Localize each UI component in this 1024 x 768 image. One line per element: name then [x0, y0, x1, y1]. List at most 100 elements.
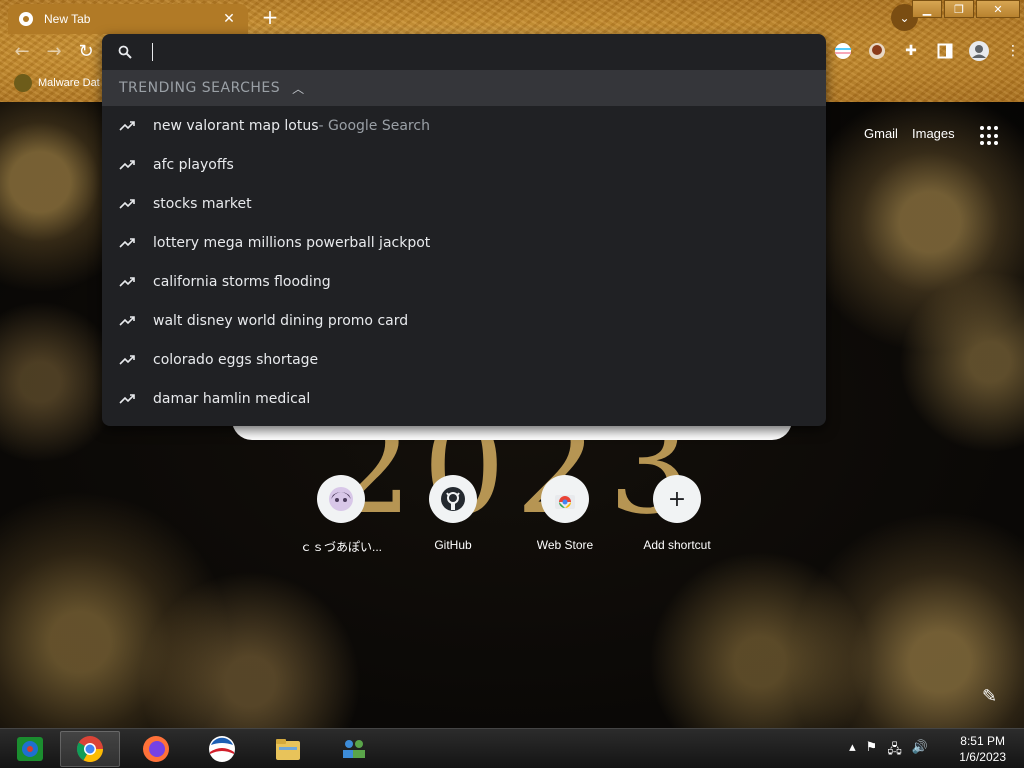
clock-time: 8:51 PM — [960, 734, 1005, 748]
profile-extension-icon — [869, 43, 885, 59]
trending-up-icon — [119, 120, 135, 131]
chevron-down-icon: ⌄ — [899, 10, 910, 25]
gmail-link[interactable]: Gmail — [864, 126, 898, 141]
trending-up-icon — [119, 354, 135, 365]
trending-header[interactable]: TRENDING SEARCHES ︿ — [102, 70, 826, 106]
window-controls: ▁ ❐ ✕ — [912, 0, 1020, 18]
suggestion-suffix: - Google Search — [318, 117, 430, 134]
file-explorer-icon — [276, 739, 300, 760]
trending-up-icon — [119, 315, 135, 326]
suggestion-list: new valorant map lotus - Google Search af… — [102, 106, 826, 418]
suggestion-text: damar hamlin medical — [153, 390, 311, 407]
action-center-flag-icon[interactable]: ⚑ — [866, 740, 878, 762]
tab-title: New Tab — [44, 12, 91, 26]
google-apps-icon[interactable] — [980, 126, 1000, 146]
search-icon — [118, 45, 132, 59]
extension-avatar-button[interactable] — [866, 40, 888, 62]
shortcut-label: GitHub — [434, 538, 472, 552]
chrome-favicon-icon — [19, 12, 33, 26]
system-tray: ▴ ⚑ 🖧 🔊 — [849, 740, 928, 762]
taskbar-remote-desktop[interactable] — [0, 731, 60, 767]
trending-up-icon — [119, 237, 135, 248]
trending-header-label: TRENDING SEARCHES — [119, 80, 281, 96]
shortcut-web-store[interactable]: Web Store — [514, 475, 616, 555]
trending-up-icon — [119, 159, 135, 170]
trending-suggestion[interactable]: lottery mega millions powerball jackpot — [102, 223, 826, 262]
tab-close-icon[interactable]: ✕ — [220, 11, 238, 27]
network-users-icon — [343, 740, 365, 758]
trending-suggestion[interactable]: afc playoffs — [102, 145, 826, 184]
trending-suggestion[interactable]: damar hamlin medical — [102, 379, 826, 418]
taskbar: ▴ ⚑ 🖧 🔊 8:51 PM 1/6/2023 — [0, 728, 1024, 768]
bookmark-item[interactable]: Malware Dat — [14, 74, 100, 92]
taskbar-obama[interactable] — [192, 731, 252, 767]
trending-up-icon — [119, 393, 135, 404]
extensions-button[interactable]: ✚ — [900, 40, 922, 62]
web-store-icon — [541, 475, 589, 523]
bookmark-favicon-icon — [14, 74, 32, 92]
taskbar-network-users[interactable] — [324, 731, 384, 767]
add-shortcut-button[interactable]: + Add shortcut — [626, 475, 728, 555]
back-button[interactable]: ← — [10, 40, 34, 64]
shortcut-github[interactable]: GitHub — [402, 475, 504, 555]
volume-icon[interactable]: 🔊 — [912, 740, 928, 762]
trending-suggestion[interactable]: walt disney world dining promo card — [102, 301, 826, 340]
trending-suggestion[interactable]: california storms flooding — [102, 262, 826, 301]
bookmark-label: Malware Dat — [38, 77, 100, 89]
new-tab-button[interactable]: + — [260, 6, 280, 28]
profile-button[interactable] — [968, 40, 990, 62]
plus-icon: + — [653, 475, 701, 523]
text-caret — [152, 43, 153, 61]
taskbar-file-explorer[interactable] — [258, 731, 318, 767]
trending-up-icon — [119, 276, 135, 287]
trending-suggestion[interactable]: colorado eggs shortage — [102, 340, 826, 379]
menu-button[interactable]: ⋮ — [1002, 40, 1024, 62]
shortcut-label: Web Store — [536, 538, 594, 552]
suggestion-text: stocks market — [153, 195, 252, 212]
omnibox-input[interactable] — [102, 34, 826, 70]
taskbar-chrome[interactable] — [60, 731, 120, 767]
chrome-icon — [76, 736, 104, 763]
forward-button[interactable]: → — [42, 40, 66, 64]
suggestion-text: afc playoffs — [153, 156, 234, 173]
tab-new-tab[interactable]: New Tab ✕ — [8, 4, 248, 34]
restore-button[interactable]: ❐ — [944, 0, 974, 18]
customize-pencil-icon[interactable]: ✎ — [982, 686, 997, 707]
trending-suggestion[interactable]: new valorant map lotus - Google Search — [102, 106, 826, 145]
shortcuts-row: ｃｓづあぽい... GitHub Web Store + Add shortcu… — [290, 475, 728, 555]
shortcut-label: ｃｓづあぽい... — [299, 540, 382, 554]
kebab-menu-icon: ⋮ — [1006, 43, 1020, 59]
trending-suggestion[interactable]: stocks market — [102, 184, 826, 223]
extension-flag-button[interactable] — [832, 40, 854, 62]
taskbar-firefox[interactable] — [126, 731, 186, 767]
reload-icon: ↻ — [78, 41, 94, 62]
suggestion-text: walt disney world dining promo card — [153, 312, 409, 329]
side-panel-button[interactable] — [934, 40, 956, 62]
window-close-button[interactable]: ✕ — [976, 0, 1020, 18]
shortcut-profile[interactable]: ｃｓづあぽい... — [290, 475, 392, 555]
images-link[interactable]: Images — [912, 126, 955, 141]
avatar-icon — [317, 475, 365, 523]
suggestion-text: colorado eggs shortage — [153, 351, 319, 368]
account-icon — [969, 41, 989, 61]
remote-desktop-icon — [17, 737, 43, 761]
minimize-button[interactable]: ▁ — [912, 0, 942, 18]
taskbar-clock[interactable]: 8:51 PM 1/6/2023 — [959, 733, 1006, 765]
chevron-up-icon: ︿ — [292, 81, 305, 96]
flag-stripes-icon — [835, 43, 851, 59]
side-panel-icon — [937, 43, 953, 59]
trending-up-icon — [119, 198, 135, 209]
shortcut-label: Add shortcut — [643, 538, 711, 552]
back-arrow-icon: ← — [14, 41, 30, 62]
clock-date: 1/6/2023 — [959, 750, 1006, 764]
reload-button[interactable]: ↻ — [74, 40, 98, 64]
suggestion-text: new valorant map lotus — [153, 117, 319, 134]
forward-arrow-icon: → — [46, 41, 62, 62]
puzzle-icon: ✚ — [905, 43, 917, 59]
firefox-icon — [143, 736, 169, 762]
show-hidden-icons[interactable]: ▴ — [849, 740, 856, 762]
obama-logo-icon — [209, 736, 235, 762]
network-icon[interactable]: 🖧 — [887, 740, 902, 762]
toolbar-actions: ✚ ⋮ — [832, 40, 1024, 62]
github-icon — [429, 475, 477, 523]
